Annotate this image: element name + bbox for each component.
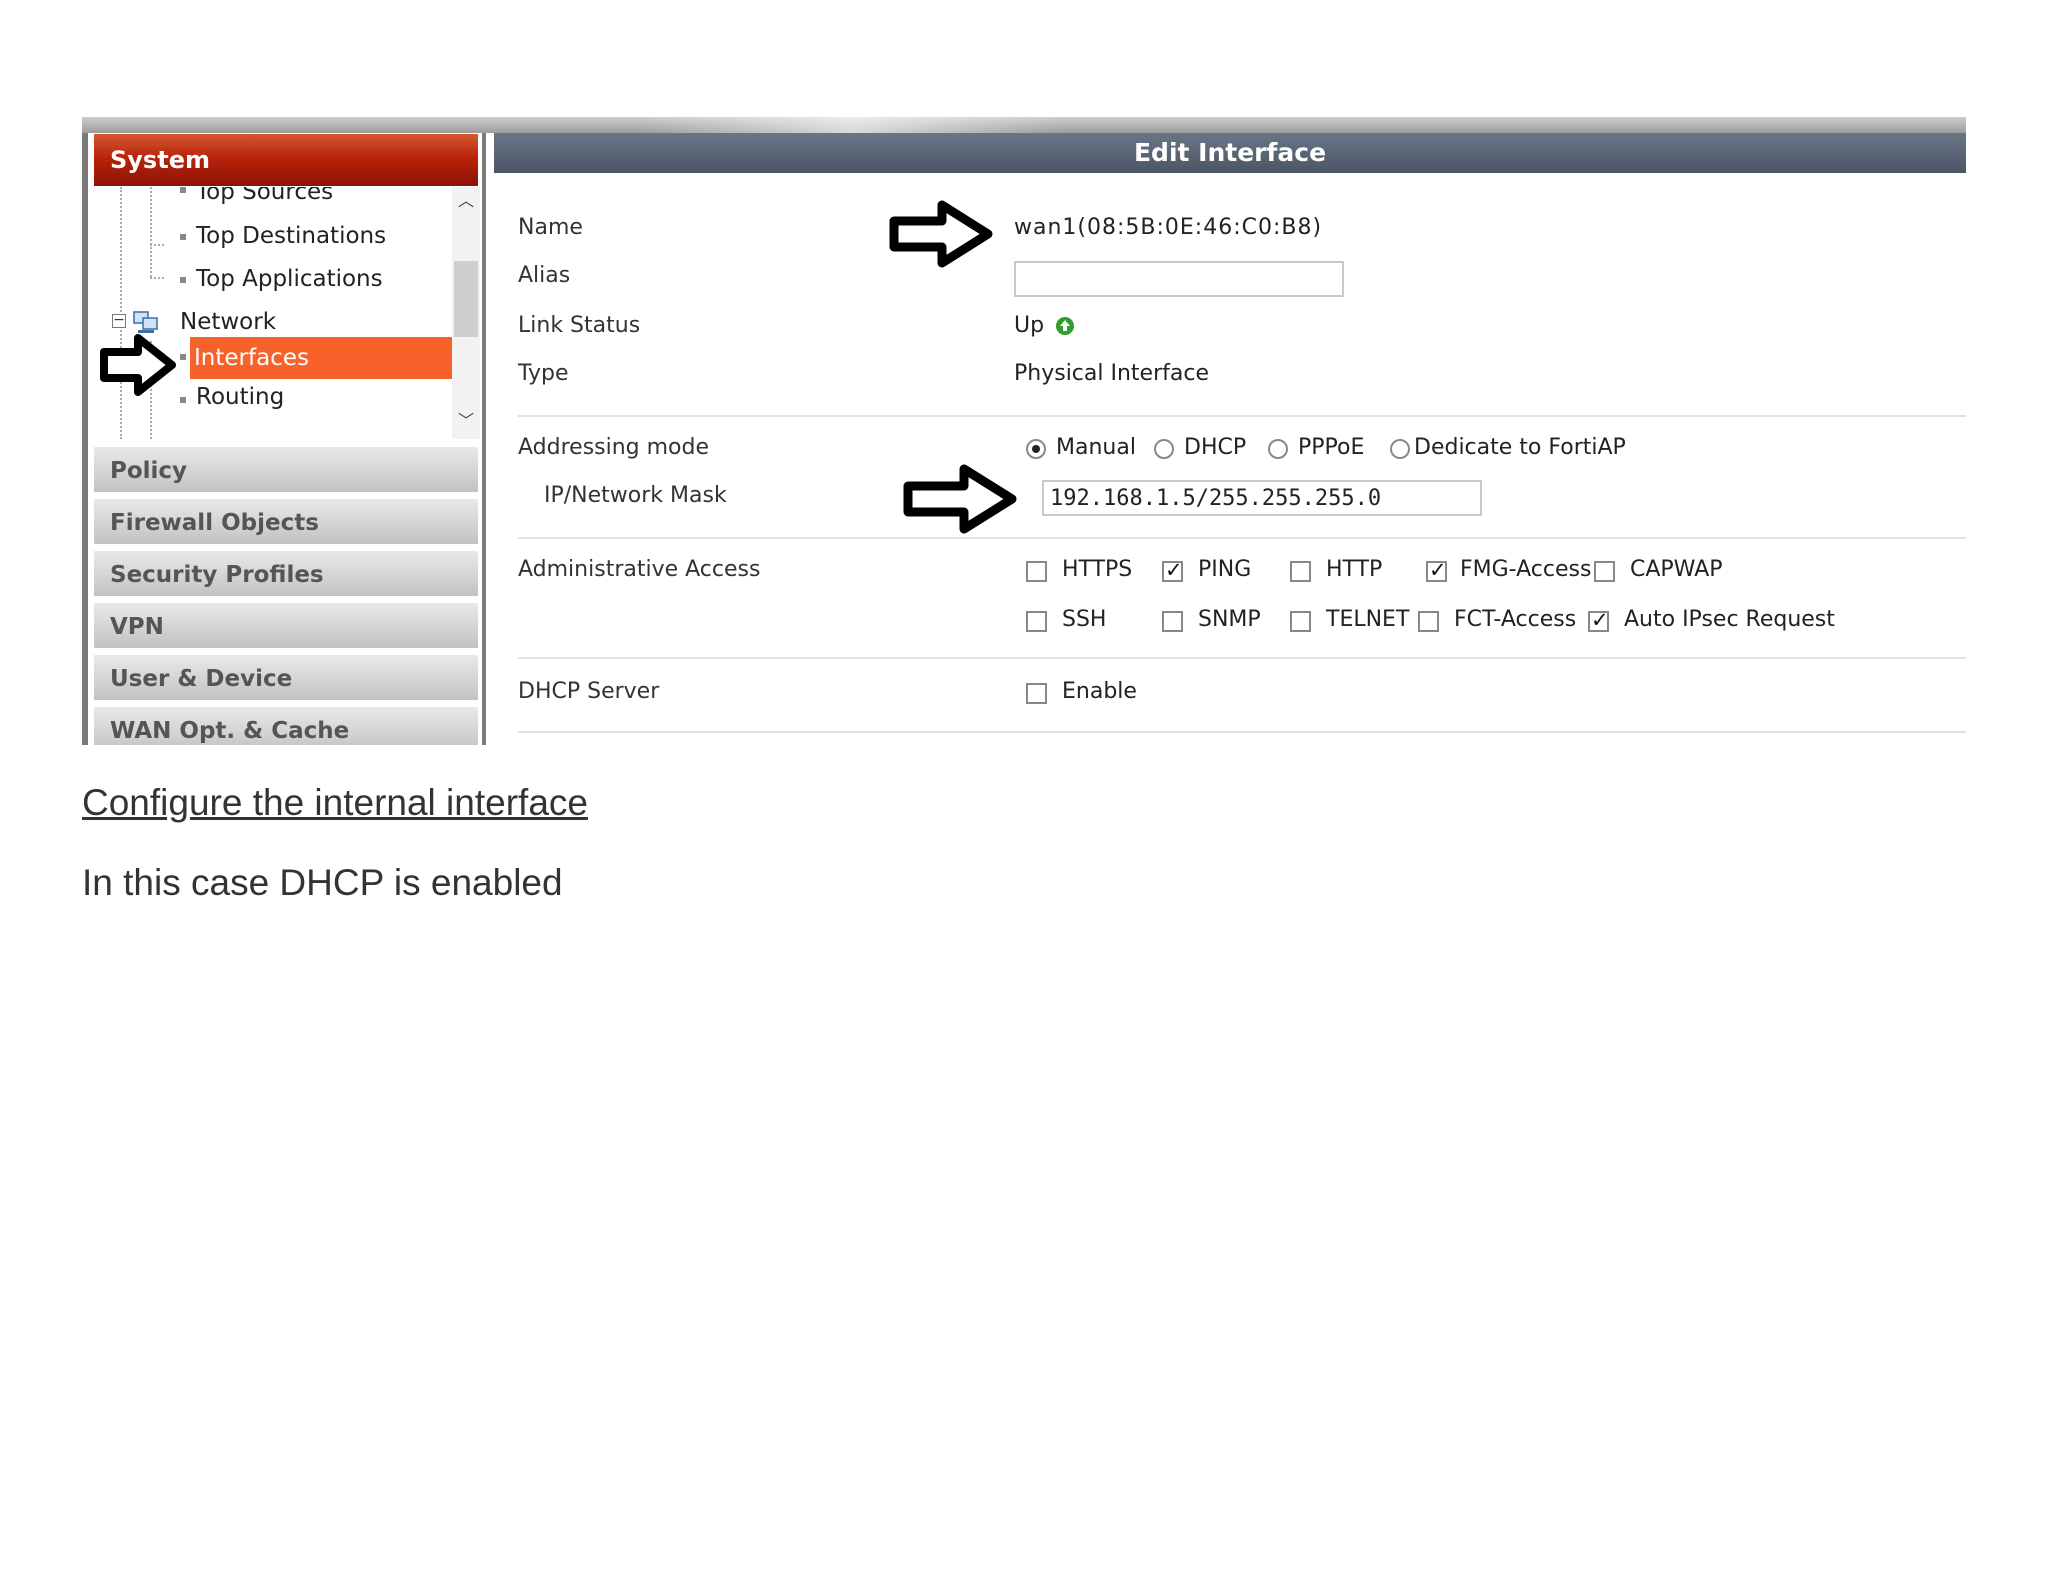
checkbox-http-label: HTTP [1326,557,1383,582]
checkbox-telnet[interactable] [1290,611,1311,632]
tree-item-interfaces[interactable]: Interfaces [190,337,452,379]
tree-item-top-sources[interactable]: Top Sources [196,187,333,209]
alias-input[interactable] [1014,261,1344,297]
checkbox-fmg-access[interactable] [1426,558,1447,582]
checkbox-https-label: HTTPS [1062,557,1133,582]
scroll-down-icon[interactable]: ﹀ [456,411,476,431]
radio-manual-label: Manual [1056,435,1136,460]
collapse-minus-icon[interactable]: − [112,313,126,328]
window-top-band [82,117,1966,133]
radio-dhcp[interactable] [1154,439,1174,459]
link-status-value: Up [1014,313,1045,338]
menu-section-vpn[interactable]: VPN [94,603,478,651]
annotation-arrow-icon [100,334,176,396]
caption-link[interactable]: Configure the internal interface [82,782,588,824]
checkbox-snmp-label: SNMP [1198,607,1261,632]
edit-interface-panel: Edit Interface Name wan1(08:5B:0E:46:C0:… [494,133,1966,745]
checkbox-dhcp-enable[interactable] [1026,683,1047,704]
network-icon [132,310,160,334]
checkbox-https[interactable] [1026,561,1047,582]
name-label: Name [518,215,583,240]
checkbox-auto-ipsec-label: Auto IPsec Request [1624,607,1835,632]
scroll-up-icon[interactable]: ︿ [456,191,476,211]
addressing-mode-label: Addressing mode [518,435,710,460]
checkbox-fct-access-label: FCT-Access [1454,607,1577,632]
checkbox-http[interactable] [1290,561,1311,582]
divider [518,657,1966,659]
divider [518,537,1966,539]
divider [518,731,1966,733]
radio-pppoe[interactable] [1268,439,1288,459]
dhcp-server-label: DHCP Server [518,679,660,704]
link-up-icon [1056,317,1074,335]
checkbox-dhcp-enable-label: Enable [1062,679,1137,704]
system-menu-header[interactable]: System [94,134,478,186]
checkbox-ssh[interactable] [1026,611,1047,632]
type-value: Physical Interface [1014,361,1209,386]
annotation-arrow-icon [903,464,1017,534]
menu-section-user-device[interactable]: User & Device [94,655,478,703]
menu-section-policy[interactable]: Policy [94,447,478,495]
alias-label: Alias [518,263,571,288]
fortigate-screenshot: System Top Sources Top Destinations Top … [82,117,1966,745]
tree-item-network[interactable]: Network [180,305,276,339]
checkbox-telnet-label: TELNET [1326,607,1410,632]
tree-scrollbar[interactable]: ︿ ﹀ [452,187,480,439]
ip-mask-input[interactable] [1042,480,1482,516]
scrollbar-thumb[interactable] [454,261,478,337]
tree-item-routing[interactable]: Routing [196,380,284,414]
radio-dedicate-fortiap[interactable] [1390,439,1410,459]
type-label: Type [518,361,569,386]
checkbox-capwap-label: CAPWAP [1630,557,1723,582]
checkbox-ping-label: PING [1198,557,1252,582]
link-status-label: Link Status [518,313,641,338]
tree-item-top-applications[interactable]: Top Applications [196,262,383,296]
menu-section-firewall-objects[interactable]: Firewall Objects [94,499,478,547]
system-tree: Top Sources Top Destinations Top Applica… [88,187,482,439]
radio-manual[interactable] [1026,439,1046,459]
checkbox-fmg-access-label: FMG-Access [1460,557,1592,582]
admin-access-label: Administrative Access [518,557,761,582]
checkbox-ping[interactable] [1162,558,1183,582]
divider [518,415,1966,417]
radio-dhcp-label: DHCP [1184,435,1247,460]
panel-title: Edit Interface [494,133,1966,173]
checkbox-fct-access[interactable] [1418,611,1439,632]
name-value: wan1(08:5B:0E:46:C0:B8) [1014,215,1323,240]
note-text: In this case DHCP is enabled [82,862,563,903]
radio-pppoe-label: PPPoE [1298,435,1365,460]
ip-mask-label: IP/Network Mask [544,483,727,508]
checkbox-auto-ipsec[interactable] [1588,608,1609,632]
menu-section-security-profiles[interactable]: Security Profiles [94,551,478,599]
menu-section-wan-opt-cache[interactable]: WAN Opt. & Cache [94,707,478,745]
checkbox-snmp[interactable] [1162,611,1183,632]
annotation-arrow-icon [889,200,993,268]
checkbox-capwap[interactable] [1594,561,1615,582]
tree-item-top-destinations[interactable]: Top Destinations [196,219,386,253]
sidebar: System Top Sources Top Destinations Top … [82,133,486,745]
radio-dedicate-fortiap-label: Dedicate to FortiAP [1414,435,1626,460]
checkbox-ssh-label: SSH [1062,607,1107,632]
